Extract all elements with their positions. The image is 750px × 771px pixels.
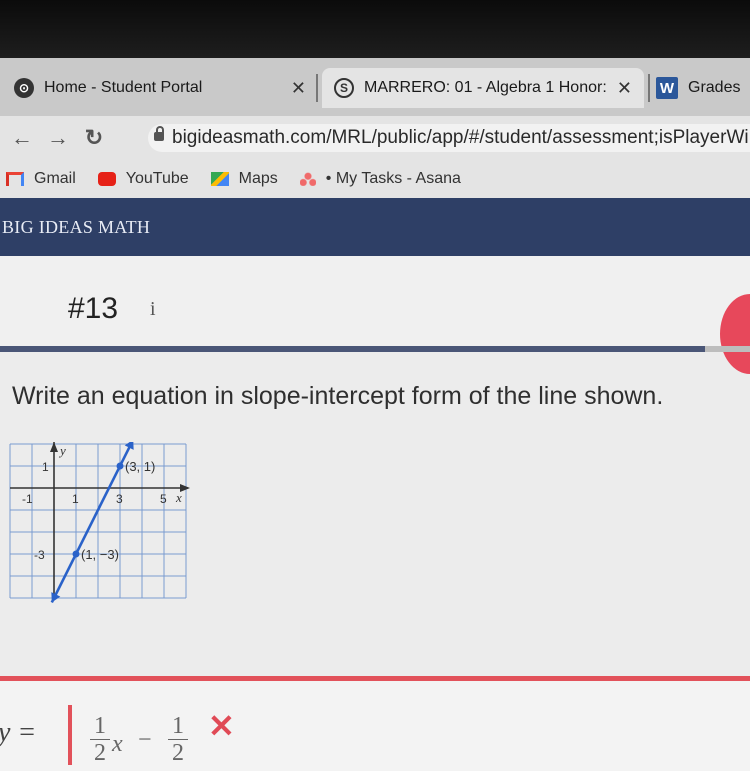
progress-bar-fill — [0, 346, 705, 352]
word-icon: W — [656, 77, 678, 99]
fraction-1: 1 2 — [90, 713, 110, 766]
bookmark-label: • My Tasks - Asana — [325, 170, 461, 187]
address-bar-row: ← → ↻ bigideasmath.com/MRL/public/app/#/… — [0, 116, 750, 160]
answer-area: y = 1 2 x − 1 2 ✕ — [0, 676, 750, 771]
tab-student-portal[interactable]: ⊙ Home - Student Portal ✕ — [0, 68, 318, 108]
info-icon[interactable]: i — [150, 298, 156, 321]
bookmark-gmail[interactable]: Gmail — [6, 170, 76, 188]
fraction-2-denominator: 2 — [172, 740, 184, 766]
bookmark-label: YouTube — [125, 170, 189, 187]
y-tick-label: 1 — [42, 460, 49, 474]
x-axis-label: x — [175, 490, 182, 505]
point-1-neg3 — [72, 550, 80, 558]
asana-icon — [299, 172, 316, 186]
gmail-icon — [6, 172, 24, 186]
question-header: #13 i — [0, 256, 750, 374]
forward-icon[interactable]: → — [44, 125, 72, 151]
bookmark-label: Gmail — [34, 170, 76, 187]
tab-title: MARRERO: 01 - Algebra 1 Honor: — [364, 79, 607, 96]
reload-icon[interactable]: ↻ — [80, 125, 108, 151]
tab-divider — [316, 74, 318, 102]
lock-icon — [154, 126, 164, 141]
close-tab-icon[interactable]: ✕ — [617, 78, 632, 99]
point-3-1 — [116, 462, 124, 470]
bookmarks-bar: Gmail YouTube Maps • My Tasks - Asana — [0, 160, 750, 198]
x-tick-label: 3 — [116, 492, 123, 506]
fraction-1-denominator: 2 — [94, 740, 106, 766]
timer-badge[interactable] — [720, 294, 750, 374]
url-text: bigideasmath.com/MRL/public/app/#/studen… — [172, 127, 749, 148]
bookmark-label: Maps — [238, 170, 278, 187]
tab-grades[interactable]: W Grades — [656, 68, 750, 108]
monitor-bezel — [0, 0, 750, 58]
tab-divider — [648, 74, 650, 102]
question-prompt: Write an equation in slope-intercept for… — [12, 382, 664, 410]
bookmark-maps[interactable]: Maps — [210, 170, 278, 188]
tab-title: Home - Student Portal — [44, 79, 203, 96]
y-axis-label: y — [58, 443, 66, 458]
bookmark-asana[interactable]: • My Tasks - Asana — [299, 170, 461, 188]
portal-icon: ⊙ — [14, 78, 34, 98]
x-tick-label: -1 — [22, 492, 33, 506]
youtube-icon — [97, 172, 116, 186]
incorrect-icon: ✕ — [208, 708, 235, 744]
point-label: (1, −3) — [81, 547, 119, 562]
browser-tab-strip: ⊙ Home - Student Portal ✕ S MARRERO: 01 … — [0, 58, 750, 116]
question-number: #13 — [68, 292, 119, 325]
fraction-1-numerator: 1 — [90, 713, 110, 740]
x-tick-label: 1 — [72, 492, 79, 506]
tab-title: Grades — [688, 79, 741, 96]
bookmark-youtube[interactable]: YouTube — [97, 170, 189, 188]
close-tab-icon[interactable]: ✕ — [291, 78, 306, 99]
site-title: BIG IDEAS MATH — [2, 216, 151, 237]
fraction-2: 1 2 — [168, 713, 188, 766]
url-input[interactable]: bigideasmath.com/MRL/public/app/#/studen… — [148, 124, 750, 152]
maps-icon — [210, 172, 229, 186]
answer-label: y = — [0, 717, 37, 748]
x-tick-label: 5 — [160, 492, 167, 506]
fraction-2-numerator: 1 — [168, 713, 188, 740]
back-icon[interactable]: ← — [8, 125, 36, 151]
tab-algebra-course[interactable]: S MARRERO: 01 - Algebra 1 Honor: ✕ — [322, 68, 644, 108]
graph-grid — [9, 443, 187, 599]
coordinate-graph: x y -1 1 3 5 1 -3 (3, 1) (1, −3) — [9, 442, 190, 603]
variable-x: x — [112, 731, 123, 757]
point-label: (3, 1) — [125, 459, 155, 474]
assessment-page: #13 i Write an equation in slope-interce… — [0, 256, 750, 771]
answer-input[interactable]: 1 2 x − 1 2 — [68, 705, 272, 766]
y-tick-label: -3 — [34, 548, 45, 562]
site-header: BIG IDEAS MATH — [0, 198, 750, 256]
schoology-icon: S — [334, 78, 354, 98]
progress-bar-track — [705, 346, 750, 352]
